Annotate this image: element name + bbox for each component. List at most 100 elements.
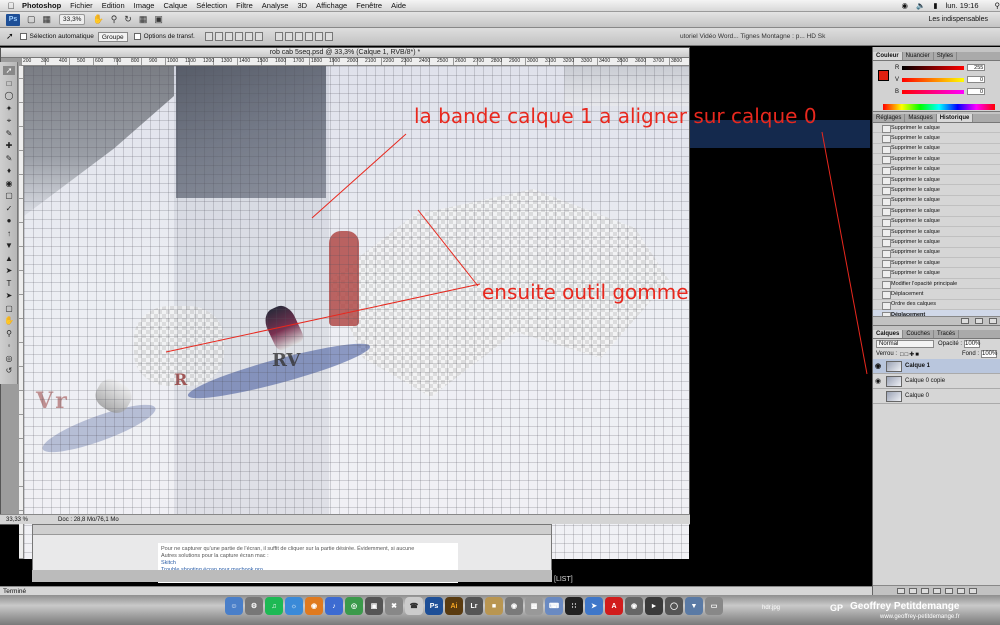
link-layers-icon[interactable] [896,588,905,594]
quick-select-tool-icon[interactable]: ✦ [3,104,15,113]
foreground-color-swatch[interactable] [878,70,889,81]
app-icon-b[interactable]: ✖ [385,597,403,615]
layer-thumbnail[interactable] [886,390,902,402]
app-icon-c[interactable]: ☎ [405,597,423,615]
battery-icon[interactable]: ▮ [933,1,937,10]
history-item[interactable]: Supprimer le calque [873,227,1000,238]
menu-aide[interactable]: Aide [391,1,406,10]
wifi-icon[interactable]: ◉ [902,1,909,10]
zoom-level-dropdown[interactable]: 33,3% [59,14,86,25]
menu-edition[interactable]: Edition [102,1,125,10]
apple-icon[interactable]:  [0,1,22,11]
app-icon-a[interactable]: ▣ [365,597,383,615]
app-icon-j[interactable]: ◯ [665,597,683,615]
layer-row[interactable]: ◉ Calque 1 [873,359,1000,374]
healing-tool-icon[interactable]: ✚ [3,141,15,150]
history-item[interactable]: Ordre des calques [873,300,1000,311]
history-item[interactable]: Supprimer le calque [873,258,1000,269]
history-item[interactable]: Modifier l'opacité principale [873,279,1000,290]
menu-affichage[interactable]: Affichage [316,1,347,10]
new-layer-icon[interactable] [956,588,965,594]
trash-dock-icon[interactable]: ▭ [705,597,723,615]
doc-size-status[interactable]: Doc : 28,8 Mo/76,1 Mo [58,515,119,524]
volume-icon[interactable]: 🔈 [916,1,925,10]
document-title[interactable]: rob cab 5seq.psd @ 33,3% (Calque 1, RVB/… [1,48,689,58]
move-tool-icon[interactable]: ➚ [3,66,15,75]
move-tool-preset-icon[interactable]: ➚ [6,31,14,42]
type-tool-icon[interactable]: T [3,279,15,288]
color-b-input[interactable]: 0 [967,88,986,95]
layer-row[interactable]: Calque 0 [873,389,1000,404]
history-item[interactable]: Supprimer le calque [873,133,1000,144]
safari-icon[interactable]: ☼ [285,597,303,615]
downloads-folder-icon[interactable]: ▼ [685,597,703,615]
trash-icon[interactable] [989,318,997,324]
distribute-right-icon[interactable] [324,32,333,41]
tab-reglages[interactable]: Réglages [873,114,906,122]
history-item[interactable]: Supprimer le calque [873,237,1000,248]
color-r-slider[interactable] [902,65,965,70]
spotlight-icon[interactable]: ⚲ [995,1,1000,10]
bridge-icon[interactable]: ▢ [27,14,36,25]
history-item[interactable]: Supprimer le calque [873,268,1000,279]
system-prefs-icon[interactable]: ⚙ [245,597,263,615]
image-canvas[interactable]: V r RV R [24,66,689,559]
hand-tool-icon[interactable]: ✋ [92,14,103,25]
tab-historique[interactable]: Historique [936,114,974,122]
firefox-icon[interactable]: ◉ [305,597,323,615]
color-r-input[interactable]: 255 [967,64,986,71]
history-item[interactable]: Supprimer le calque [873,196,1000,207]
distribute-vcenter-icon[interactable] [284,32,293,41]
ruler-horizontal[interactable]: 200 300 400 500 600 700 800 900 1000 1100 1200 1300… [21,58,689,66]
spotify-icon[interactable]: ♫ [265,597,283,615]
align-left-icon[interactable] [234,32,243,41]
distribute-left-icon[interactable] [304,32,313,41]
menu-calque[interactable]: Calque [163,1,187,10]
history-item[interactable]: Supprimer le calque [873,248,1000,259]
menu-app-name[interactable]: Photoshop [22,1,61,10]
align-right-icon[interactable] [254,32,263,41]
delete-layer-icon[interactable] [968,588,977,594]
menu-clock[interactable]: lun. 19:16 [946,1,979,10]
app-icon-f[interactable]: ⌨ [545,597,563,615]
view-extras-icon[interactable]: ▦ [43,14,52,25]
direct-select-tool-icon[interactable]: ➤ [3,266,15,275]
blackberry-icon[interactable]: ∷ [565,597,583,615]
gradient-tool-icon[interactable]: ✓ [3,204,15,213]
align-hcenter-icon[interactable] [244,32,253,41]
illustrator-dock-icon[interactable]: Ai [445,597,463,615]
tab-couches[interactable]: Couches [903,330,935,338]
screen-mode-icon[interactable]: ▣ [154,14,163,25]
new-document-icon[interactable] [961,318,969,324]
distribute-bottom-icon[interactable] [294,32,303,41]
history-item[interactable]: Supprimer le calque [873,165,1000,175]
menu-fichier[interactable]: Fichier [70,1,93,10]
history-item[interactable]: Supprimer le calque [873,217,1000,227]
color-b-slider[interactable] [902,89,965,94]
browser-link-skitch[interactable]: Skitch [161,560,455,567]
hand-tool-icon[interactable]: ✋ [3,316,15,325]
layer-name[interactable]: Calque 1 [905,363,930,369]
eyedropper-tool-icon[interactable]: ✎ [3,129,15,138]
dodge-tool-icon[interactable]: ↑ [3,229,15,238]
workspace-switcher[interactable]: Les indispensables [928,16,988,23]
blend-mode-dropdown[interactable]: Normal [876,340,934,348]
lock-icons[interactable]: □□✚■ [900,351,920,358]
itunes-icon[interactable]: ♪ [325,597,343,615]
distribute-hcenter-icon[interactable] [314,32,323,41]
fill-input[interactable]: 100% [981,350,997,358]
lasso-tool-icon[interactable]: ◯ [3,91,15,100]
align-vcenter-icon[interactable] [214,32,223,41]
switch-colors-tool-icon[interactable]: ↺ [3,366,15,375]
pen-tool-icon[interactable]: ▼ [3,241,15,250]
chrome-icon[interactable]: ◎ [345,597,363,615]
history-item[interactable]: Déplacement [873,289,1000,300]
tab-nuancier[interactable]: Nuancier [903,52,934,60]
rotate-view-icon[interactable]: ↻ [124,14,132,25]
layer-name[interactable]: Calque 0 copie [905,378,945,384]
history-item[interactable]: Supprimer le calque [873,185,1000,196]
auto-select-checkbox[interactable] [19,33,27,40]
layer-mask-icon[interactable] [920,588,929,594]
layer-visibility-eye-icon[interactable]: ◉ [873,362,883,370]
distribute-top-icon[interactable] [274,32,283,41]
